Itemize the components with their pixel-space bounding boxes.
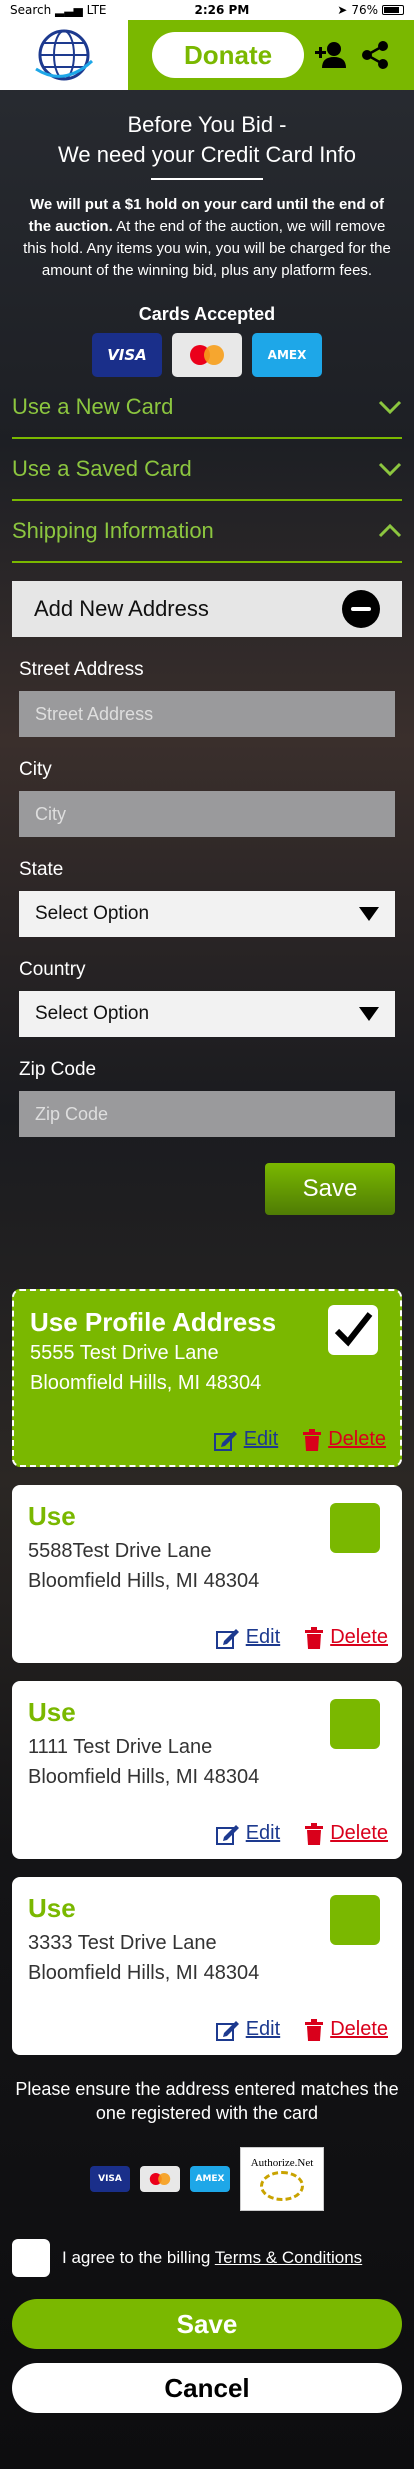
country-label: Country: [19, 959, 86, 980]
country-select[interactable]: Select Option: [19, 991, 395, 1037]
address-card[interactable]: Use 1111 Test Drive Lane Bloomfield Hill…: [12, 1681, 402, 1859]
dropdown-arrow-icon: [359, 907, 379, 921]
edit-link[interactable]: Edit: [215, 1626, 280, 1649]
header-actions: Donate: [128, 20, 414, 90]
dropdown-arrow-icon: [359, 1007, 379, 1021]
mastercard-icon: [140, 2166, 180, 2192]
battery-icon: [381, 5, 404, 15]
delete-link[interactable]: Delete: [302, 1428, 386, 1451]
edit-link[interactable]: Edit: [215, 1822, 280, 1845]
address-line-2: Bloomfield Hills, MI 48304: [28, 1570, 260, 1592]
edit-icon: [215, 2020, 239, 2041]
address-line-2: Bloomfield Hills, MI 48304: [30, 1372, 262, 1394]
address-card[interactable]: Use Profile Address 5555 Test Drive Lane…: [12, 1289, 402, 1467]
section-shipping[interactable]: Shipping Information: [12, 501, 402, 563]
title-divider: [151, 178, 263, 180]
section-new-card[interactable]: Use a New Card: [12, 377, 402, 439]
cards-accepted-row: VISA AMEX: [12, 333, 402, 377]
location-icon: ➤: [337, 3, 348, 17]
delete-link[interactable]: Delete: [304, 1626, 388, 1649]
checkmark-icon: [334, 1312, 373, 1347]
title-line-2: We need your Credit Card Info: [58, 142, 356, 167]
terms-checkbox[interactable]: [12, 2239, 50, 2277]
address-card[interactable]: Use 3333 Test Drive Lane Bloomfield Hill…: [12, 1877, 402, 2055]
zip-input[interactable]: [19, 1091, 395, 1137]
save-address-button[interactable]: Save: [265, 1163, 395, 1215]
add-address-header[interactable]: Add New Address: [12, 581, 402, 637]
status-time: 2:26 PM: [194, 3, 250, 17]
cancel-button[interactable]: Cancel: [12, 2363, 402, 2413]
address-checkbox[interactable]: [330, 1699, 380, 1749]
state-select[interactable]: Select Option: [19, 891, 395, 937]
terms-text: I agree to the billing Terms & Condition…: [62, 2248, 363, 2267]
address-actions: Edit Delete: [215, 1822, 388, 1845]
chevron-down-icon: [378, 400, 402, 414]
amex-icon: AMEX: [190, 2166, 230, 2192]
trash-icon: [305, 1822, 324, 1845]
share-icon[interactable]: [358, 38, 392, 72]
address-actions: Edit Delete: [215, 2018, 388, 2041]
trash-icon: [305, 1626, 324, 1649]
terms-row: I agree to the billing Terms & Condition…: [12, 2239, 402, 2277]
footer-badges: VISA AMEX Authorize.Net: [12, 2147, 402, 2211]
amex-icon: AMEX: [252, 333, 322, 377]
city-label: City: [19, 759, 52, 780]
trash-icon: [303, 1428, 322, 1451]
donate-button[interactable]: Donate: [152, 32, 304, 78]
terms-link[interactable]: Terms & Conditions: [215, 2248, 362, 2267]
address-form: Street Address City State Select Option …: [12, 659, 402, 1215]
address-actions: Edit Delete: [213, 1428, 386, 1451]
globe-logo-icon: [35, 29, 94, 81]
app-header: Donate: [0, 20, 414, 90]
visa-icon: VISA: [90, 2166, 130, 2192]
state-label: State: [19, 859, 64, 880]
section-saved-card[interactable]: Use a Saved Card: [12, 439, 402, 501]
edit-icon: [213, 1430, 237, 1451]
city-input[interactable]: [19, 791, 395, 837]
street-input[interactable]: [19, 691, 395, 737]
mastercard-icon: [172, 333, 242, 377]
add-user-icon[interactable]: [314, 38, 348, 72]
chevron-up-icon: [378, 524, 402, 538]
trash-icon: [305, 2018, 324, 2041]
chevron-down-icon: [378, 462, 402, 476]
edit-icon: [215, 1628, 239, 1649]
title-line-1: Before You Bid -: [127, 112, 287, 137]
battery-percent: 76%: [351, 3, 378, 17]
collapse-icon[interactable]: [342, 590, 380, 628]
address-card[interactable]: Use 5588Test Drive Lane Bloomfield Hills…: [12, 1485, 402, 1663]
address-line-2: Bloomfield Hills, MI 48304: [28, 1766, 260, 1788]
save-button[interactable]: Save: [12, 2299, 402, 2349]
address-checkbox[interactable]: [330, 1503, 380, 1553]
delete-link[interactable]: Delete: [304, 2018, 388, 2041]
address-checkbox[interactable]: [330, 1895, 380, 1945]
status-bar: Search ▂▃▅ LTE 2:26 PM ➤ 76%: [0, 0, 414, 20]
verified-seal-icon: [260, 2171, 304, 2201]
status-right: ➤ 76%: [337, 3, 404, 17]
logo[interactable]: [0, 20, 128, 90]
address-checkbox[interactable]: [328, 1305, 378, 1355]
authorize-net-badge[interactable]: Authorize.Net: [240, 2147, 324, 2211]
address-match-notice: Please ensure the address entered matche…: [15, 2079, 399, 2123]
edit-icon: [215, 1824, 239, 1845]
address-line-2: Bloomfield Hills, MI 48304: [28, 1962, 260, 1984]
visa-icon: VISA: [92, 333, 162, 377]
hold-notice: We will put a $1 hold on your card until…: [23, 196, 391, 279]
street-label: Street Address: [19, 659, 144, 680]
status-left: Search ▂▃▅ LTE: [10, 3, 107, 17]
cards-accepted-label: Cards Accepted: [138, 304, 276, 324]
page-title: Before You Bid - We need your Credit Car…: [12, 110, 402, 170]
zip-label: Zip Code: [19, 1059, 97, 1080]
edit-link[interactable]: Edit: [215, 2018, 280, 2041]
delete-link[interactable]: Delete: [304, 1822, 388, 1845]
address-actions: Edit Delete: [215, 1626, 388, 1649]
edit-link[interactable]: Edit: [213, 1428, 278, 1451]
